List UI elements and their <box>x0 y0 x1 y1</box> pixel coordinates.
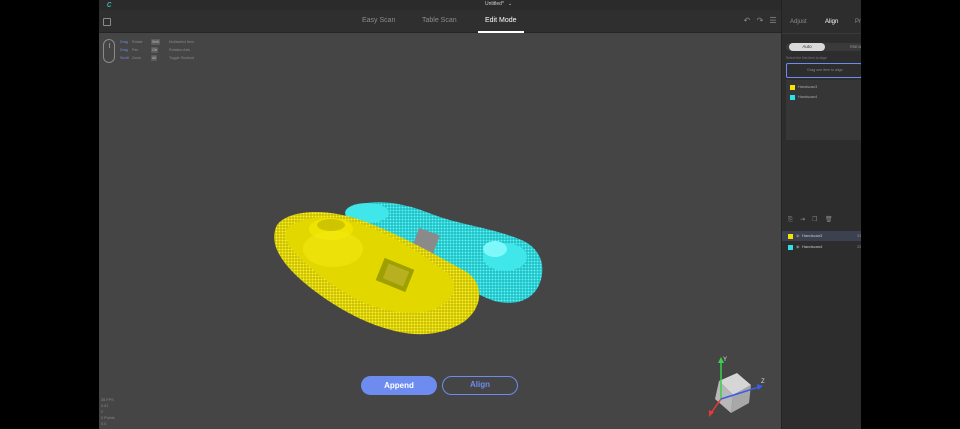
scan-name: Handscan4 <box>802 244 823 249</box>
append-button[interactable]: Append <box>361 376 437 395</box>
document-title[interactable]: Untitled* <box>485 0 504 8</box>
legend-shortcut-chip: Alt <box>151 55 157 61</box>
tab-process[interactable]: Pr <box>855 19 861 25</box>
table-row[interactable]: ◉ Handscan3 34 <box>782 231 861 241</box>
chevron-down-icon[interactable]: ⌄ <box>508 0 512 8</box>
mode-auto-option[interactable]: Auto <box>789 43 825 51</box>
align-mode-toggle[interactable]: Auto Manu <box>786 43 861 51</box>
scan-count: 25 <box>857 244 861 249</box>
legend-key: Scroll <box>120 56 129 60</box>
table-row[interactable]: ◉ Handscan4 25 <box>782 242 861 252</box>
legend-shortcut-chip: Shift <box>151 39 160 45</box>
color-swatch <box>790 85 795 90</box>
legend-shortcut-action: Multiselect Item <box>169 40 194 44</box>
legend-key: Drag <box>120 40 128 44</box>
scan-name: Handscan3 <box>802 233 823 238</box>
dropzone-placeholder: Drag one item to align <box>807 68 843 72</box>
legend-shortcut-action: Rotation Axis <box>169 48 190 52</box>
legend-action: Pan <box>132 48 139 52</box>
y-axis-label: Y <box>723 357 727 363</box>
mouse-controls-legend: Drag Rotate Shift Multiselect Item Drag … <box>103 39 213 67</box>
legend-shortcut-chip: Ctrl <box>151 47 159 53</box>
align-target-dropzone[interactable]: Drag one item to align <box>786 63 861 78</box>
tab-table-scan[interactable]: Table Scan <box>422 14 457 28</box>
x-axis-line <box>710 398 722 414</box>
mouse-icon <box>103 39 115 63</box>
tab-easy-scan[interactable]: Easy Scan <box>362 14 395 28</box>
import-icon[interactable]: ⎘ <box>788 216 793 224</box>
point-cloud-scans[interactable] <box>269 167 549 343</box>
title-bar: c Untitled* ⌄ <box>99 0 861 10</box>
legend-action: Rotate <box>132 40 143 44</box>
color-swatch <box>788 234 793 239</box>
scan-count: 34 <box>857 233 861 238</box>
3d-viewport[interactable]: Drag Rotate Shift Multiselect Item Drag … <box>99 33 781 429</box>
legend-action: Zoom <box>132 56 142 60</box>
delete-icon[interactable]: 🗑 <box>825 216 833 224</box>
mode-manual-option[interactable]: Manu <box>850 43 861 51</box>
visibility-icon[interactable]: ◉ <box>796 233 800 239</box>
color-swatch <box>788 245 793 250</box>
sidebar-toggle-icon[interactable] <box>103 18 111 26</box>
app-logo: c <box>107 0 112 9</box>
align-items-list: Handscan3 Handscan4 <box>786 80 861 140</box>
legend-shortcut-action: Toggle Shortcut <box>169 56 194 60</box>
redo-icon[interactable]: ↷ <box>755 16 765 26</box>
scan-actions-toolbar: ⎘ ⇥ ❐ 🗑 <box>788 216 861 224</box>
stat-line: 0.0 <box>101 422 107 426</box>
list-item-label: Handscan4 <box>798 95 818 99</box>
z-axis-label: Z <box>761 379 765 385</box>
tab-adjust[interactable]: Adjust <box>790 19 807 25</box>
list-item-label: Handscan3 <box>798 85 818 89</box>
mode-bar: Easy Scan Table Scan Edit Mode ↶ ↷ ☰ <box>99 10 781 33</box>
duplicate-icon[interactable]: ❐ <box>812 216 817 224</box>
panel-tab-divider <box>782 33 861 34</box>
right-panel: Adjust Align Pr Auto Manu Select the fir… <box>781 0 861 429</box>
tab-align[interactable]: Align <box>825 19 838 25</box>
app-window: c Untitled* ⌄ Easy Scan Table Scan Edit … <box>99 0 861 429</box>
visibility-icon[interactable]: ◉ <box>796 244 800 250</box>
list-icon[interactable]: ☰ <box>768 16 778 26</box>
align-hint: Select the first item to align <box>786 56 827 60</box>
align-button[interactable]: Align <box>442 376 518 395</box>
viewport-stats: 35 FPS 0.01 2 0 Points 0.0 <box>101 397 115 427</box>
color-swatch <box>790 95 795 100</box>
axis-gizmo[interactable]: Y Z <box>699 355 769 419</box>
scans-list: ◉ Handscan3 34 ◉ Handscan4 25 <box>782 231 861 253</box>
tab-edit-mode[interactable]: Edit Mode <box>485 14 517 28</box>
export-icon[interactable]: ⇥ <box>800 216 805 224</box>
legend-key: Drag <box>120 48 128 52</box>
undo-icon[interactable]: ↶ <box>742 16 752 26</box>
